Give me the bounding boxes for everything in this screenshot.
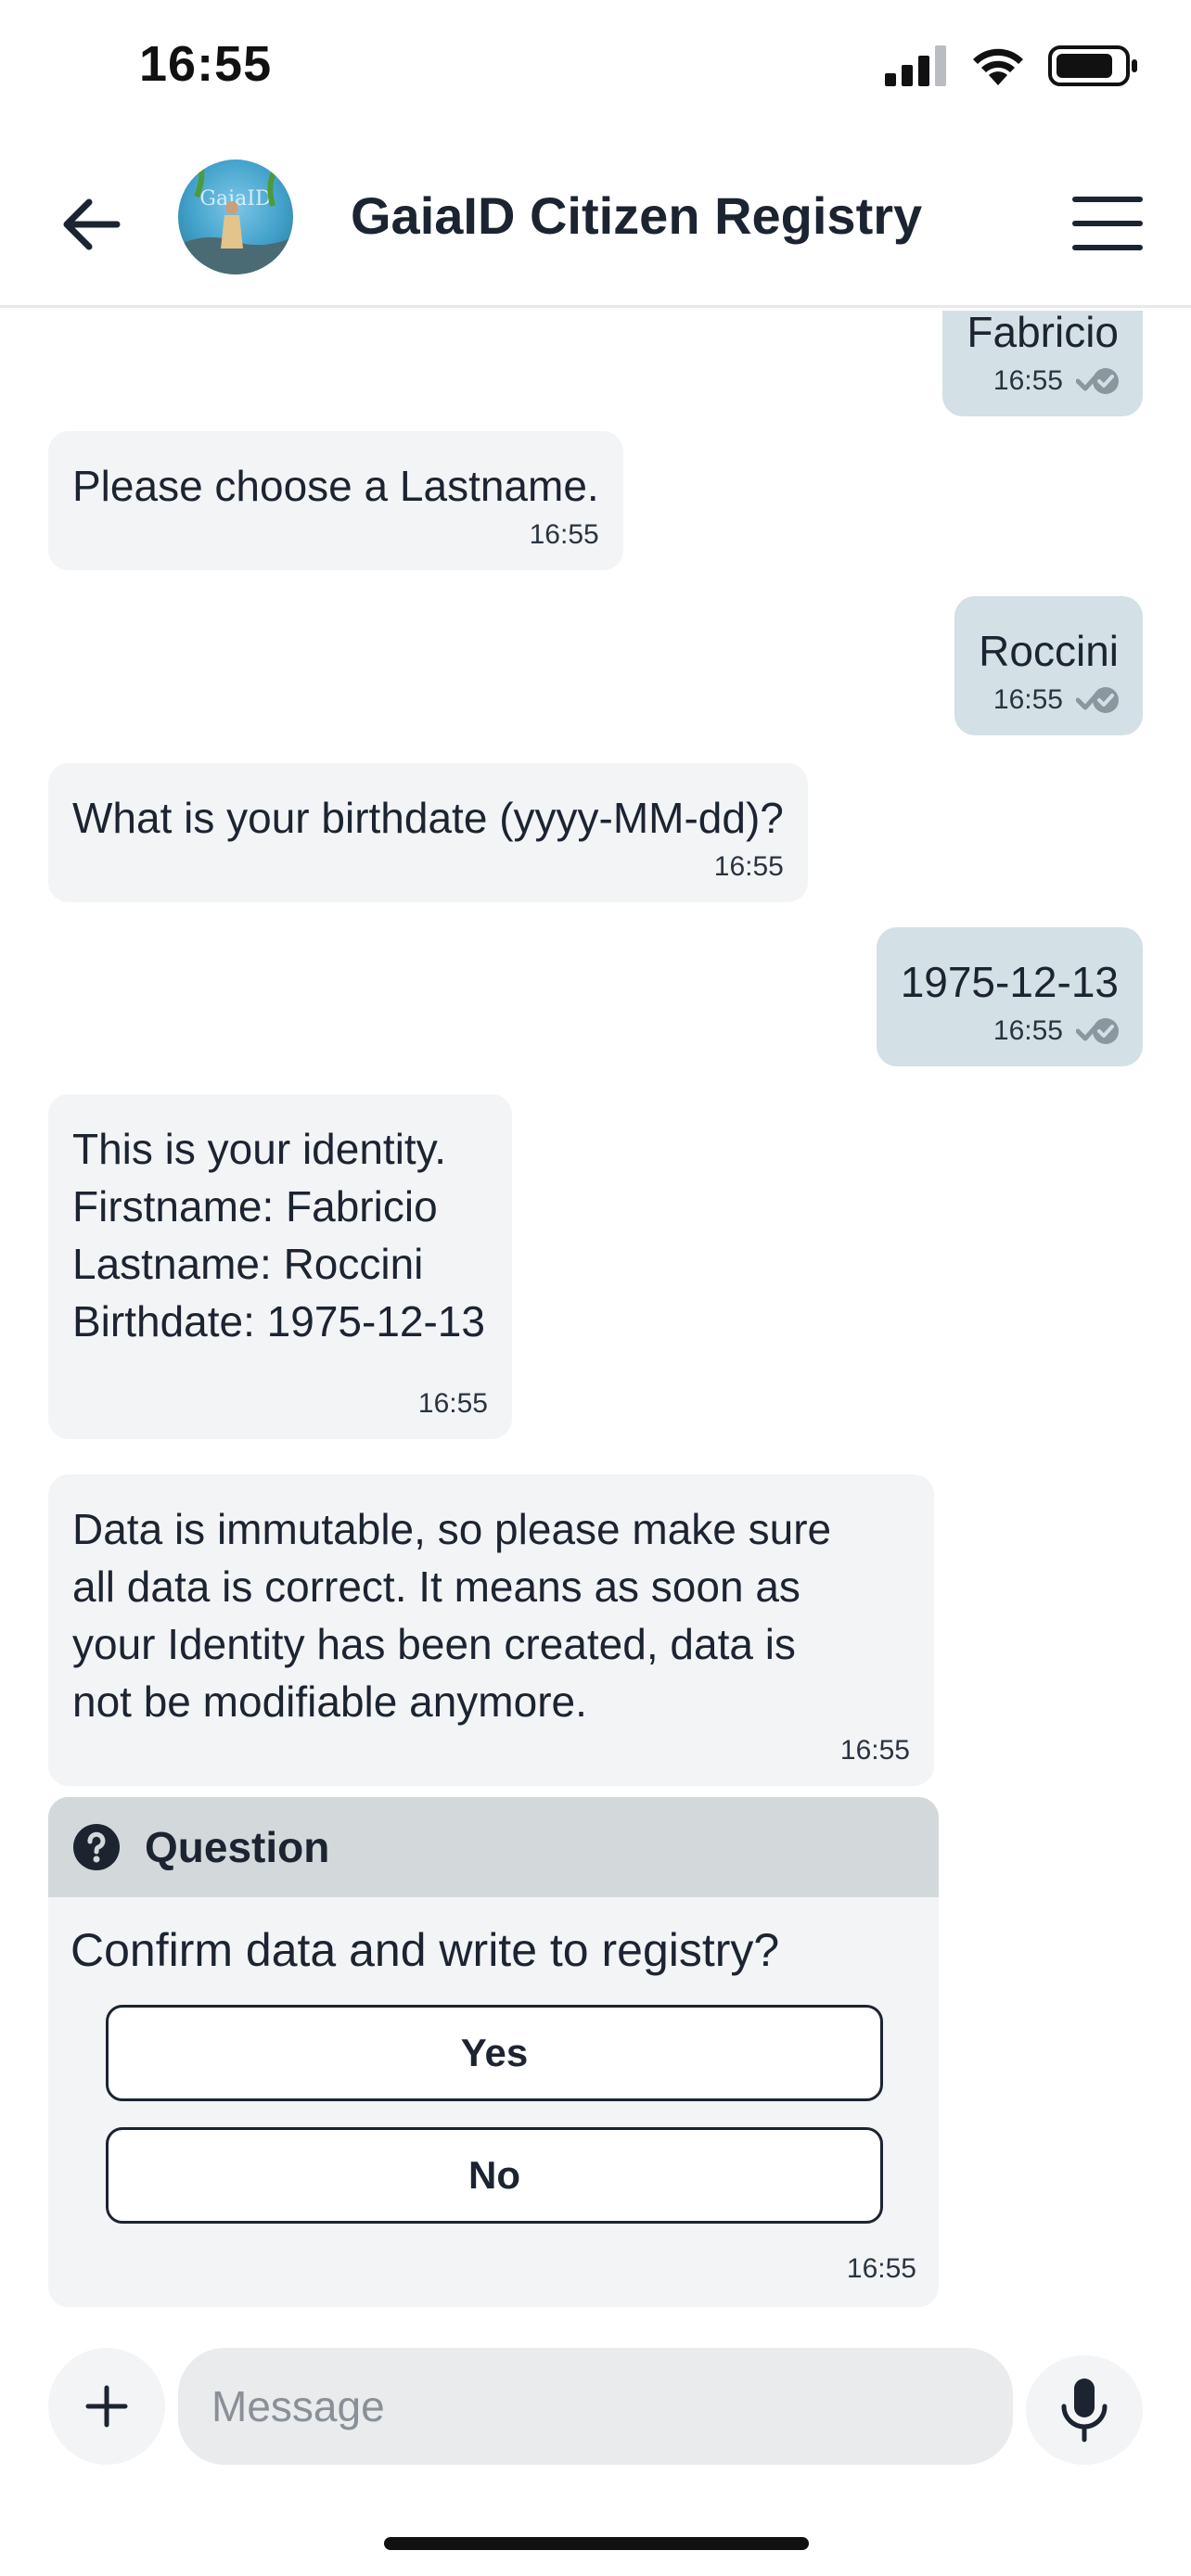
message-incoming[interactable]: This is your identity. Firstname: Fabric… [48,1094,512,1439]
message-text: Fabricio [967,311,1119,356]
message-text: Please choose a Lastname. [72,462,599,510]
message-time: 16:55 [839,1735,910,1766]
question-text: Confirm data and write to registry? [70,1924,780,1976]
question-header: Question [48,1797,939,1897]
wifi-icon [973,48,1023,85]
microphone-button[interactable] [1026,2355,1143,2465]
message-text: What is your birthdate (yyyy-MM-dd)? [72,794,784,842]
delivered-check-icon [1076,687,1119,713]
message-time: 16:55 [992,1015,1063,1046]
battery-icon [1048,45,1137,86]
message-composer [0,2337,1191,2476]
signal-icon [885,45,946,86]
question-time: 16:55 [846,2253,916,2284]
message-time: 16:55 [992,365,1063,396]
message-time: 16:55 [713,851,784,882]
back-button[interactable] [54,187,128,261]
avatar[interactable]: GaiaID [178,159,293,274]
message-text: This is your identity. Firstname: Fabric… [72,1125,485,1345]
home-indicator[interactable] [384,2537,809,2550]
delivered-check-icon [1076,368,1119,394]
message-time: 16:55 [992,684,1063,715]
question-label: Question [145,1823,330,1871]
attach-button[interactable] [48,2348,165,2465]
question-card: Question Confirm data and write to regis… [48,1797,939,2307]
message-text: 1975-12-13 [900,958,1119,1006]
plus-icon [85,2385,128,2428]
message-outgoing[interactable]: Roccini 16:55 [954,596,1143,735]
message-text: Roccini [979,627,1119,675]
message-outgoing[interactable]: Fabricio 16:55 [942,311,1143,416]
status-time: 16:55 [139,36,273,92]
message-outgoing[interactable]: 1975-12-13 16:55 [876,927,1143,1066]
message-time: 16:55 [529,519,599,550]
hamburger-icon [1072,197,1143,202]
avatar-figure-icon [178,164,293,274]
message-time: 16:55 [417,1388,488,1419]
arrow-left-icon [63,198,121,250]
message-text: Data is immutable, so please make sure a… [72,1505,832,1726]
no-button[interactable]: No [106,2127,883,2224]
microphone-icon [1061,2378,1108,2442]
menu-button[interactable] [1072,191,1143,256]
delivered-check-icon [1076,1018,1119,1044]
message-incoming[interactable]: Please choose a Lastname. 16:55 [48,431,623,570]
message-incoming[interactable]: Data is immutable, so please make sure a… [48,1474,934,1786]
chat-header: GaiaID GaiaID Citizen Registry [0,139,1191,308]
message-input[interactable] [178,2348,1013,2465]
status-bar: 16:55 [0,0,1191,139]
help-circle-icon [73,1824,120,1870]
status-icons [885,45,1139,87]
page-title: GaiaID Citizen Registry [351,186,923,245]
yes-button[interactable]: Yes [106,2005,883,2101]
message-incoming[interactable]: What is your birthdate (yyyy-MM-dd)? 16:… [48,763,808,902]
